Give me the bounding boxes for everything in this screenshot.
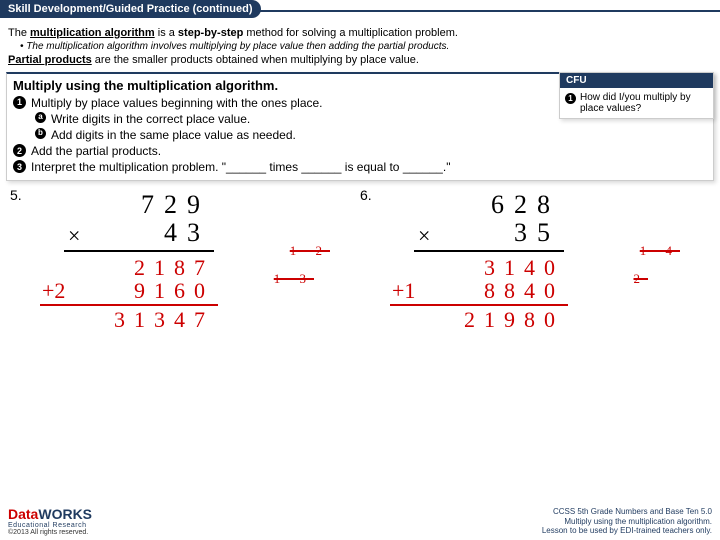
footer-right: CCSS 5th Grade Numbers and Base Ten 5.0 …	[542, 507, 712, 536]
logo-subtitle: Educational Research	[8, 522, 92, 529]
step-2: Add the partial products.	[31, 143, 161, 159]
footer: DataWORKS Educational Research ©2013 All…	[0, 506, 720, 536]
p5-partial2: 9160	[134, 279, 214, 302]
p6-carry1: 1 4	[640, 244, 680, 258]
cfu-header: CFU	[560, 73, 713, 88]
intro-bullet: The multiplication algorithm involves mu…	[8, 40, 712, 53]
p6-work: 1 4 3140 2 +18840 21980	[396, 256, 710, 331]
p5-carry2: 1 3	[274, 272, 314, 286]
times-icon: ×	[418, 224, 430, 248]
logo-part1: Data	[8, 506, 38, 522]
step-2-bullet: 2	[13, 144, 26, 157]
p5-answer: 31347	[46, 308, 214, 331]
plus-icon: +2	[42, 279, 65, 302]
t: is a	[155, 27, 178, 39]
lesson-title: Multiply using the multiplication algori…	[542, 517, 712, 527]
problem-5-number: 5.	[10, 187, 22, 203]
cfu-bullet-1: 1	[565, 93, 576, 104]
term-algorithm: multiplication algorithm	[30, 27, 155, 39]
standard-ref: CCSS 5th Grade Numbers and Base Ten 5.0	[542, 507, 712, 517]
term-partial: Partial products	[8, 54, 92, 66]
section-header: Skill Development/Guided Practice (conti…	[0, 0, 720, 22]
copyright: ©2013 All rights reserved.	[8, 529, 92, 536]
step-1a-bullet: a	[35, 112, 46, 123]
intro-block: The multiplication algorithm is a step-b…	[0, 22, 720, 70]
step-3-bullet: 3	[13, 160, 26, 173]
p6-multiplier: 35	[514, 219, 560, 248]
step-1a: Write digits in the correct place value.	[51, 111, 250, 127]
times-icon: ×	[68, 224, 80, 248]
problem-6: 6. 628 ×35 1 4 3140 2 +18840 21980	[360, 187, 710, 331]
t: The	[8, 27, 30, 39]
usage-note: Lesson to be used by EDI-trained teacher…	[542, 526, 712, 536]
p6-multiplicand: 628	[420, 191, 560, 220]
p5-work: 1 2 2187 1 3 +29160 31347	[46, 256, 360, 331]
cfu-box: CFU 1 How did I/you multiply by place va…	[559, 72, 714, 119]
footer-left: DataWORKS Educational Research ©2013 All…	[8, 506, 92, 536]
steps-box: Multiply using the multiplication algori…	[6, 72, 714, 181]
step-1b: Add digits in the same place value as ne…	[51, 127, 296, 143]
p6-partial1: 3140	[396, 256, 564, 279]
step-1-bullet: 1	[13, 96, 26, 109]
step-3: Interpret the multiplication problem. "_…	[31, 159, 450, 175]
problem-6-number: 6.	[360, 187, 372, 203]
cfu-question: How did I/you multiply by place values?	[580, 92, 708, 114]
section-title: Skill Development/Guided Practice (conti…	[0, 0, 261, 18]
problem-5: 5. 729 ×43 1 2 2187 1 3 +29160 31347	[10, 187, 360, 331]
p5-carry1: 1 2	[290, 244, 330, 258]
step-1: Multiply by place values beginning with …	[31, 95, 323, 111]
t: method for solving a multiplication prob…	[243, 27, 458, 39]
t: are the smaller products obtained when m…	[92, 54, 419, 66]
problems-area: 5. 729 ×43 1 2 2187 1 3 +29160 31347 6. …	[0, 181, 720, 331]
p5-multiplier: 43	[164, 219, 210, 248]
step-1b-bullet: b	[35, 128, 46, 139]
p6-answer: 21980	[396, 308, 564, 331]
p6-carry2: 2	[634, 272, 649, 286]
plus-icon: +1	[392, 279, 415, 302]
p5-multiplicand: 729	[70, 191, 210, 220]
p6-partial2: 8840	[484, 279, 564, 302]
t: step-by-step	[178, 27, 243, 39]
logo-part2: WORKS	[38, 506, 92, 522]
p5-partial1: 2187	[46, 256, 214, 279]
